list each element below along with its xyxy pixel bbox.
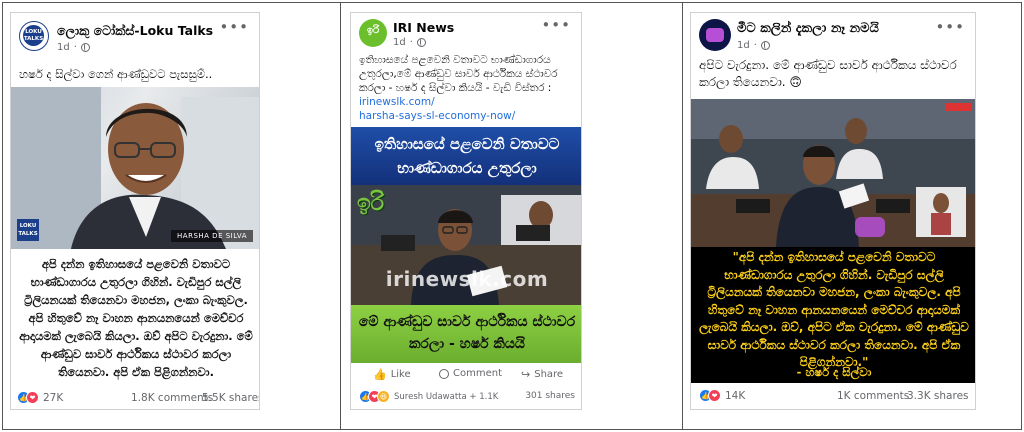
post-meeta-kalin: මීට කලින් දැකලා නෑ නමයි 1d · ••• අපිට වැ… [690, 12, 976, 410]
post-image[interactable]: ඉතිහාසයේ පළවෙනි වතාවට භාණ්ඩාගාරය උතුරලා … [351, 127, 581, 363]
like-label: Like [390, 369, 411, 380]
image-watermark: irinewslk.com [385, 267, 549, 291]
haha-icon: 😆 [377, 390, 390, 403]
live-badge [945, 103, 971, 111]
like-icon: 👍 [373, 368, 387, 381]
reacted-by: Suresh Udawatta + 1.1K [394, 391, 499, 402]
portrait-illustration [11, 87, 259, 249]
post-image[interactable]: "අපි දන්න ඉතිහාසයේ පළවෙනි වතාවට භාණ්ඩාගා… [691, 99, 975, 383]
top-banner-text: ඉතිහාසයේ පළවෙනි වතාවට භාණ්ඩාගාරය උතුරලා [374, 135, 560, 177]
more-icon[interactable]: ••• [541, 16, 571, 34]
reaction-summary[interactable]: 👍 ❤ 😆 Suresh Udawatta + 1.1K [359, 390, 498, 403]
like-button[interactable]: 👍 Like [373, 368, 411, 381]
quote-attribution: - හර්ෂ ද සිල්වා [796, 365, 872, 379]
globe-icon [80, 43, 90, 52]
post-iri-news: ඉරි IRI News 1d · ••• ඉතිහාසයේ පළවෙනි වත… [350, 12, 582, 410]
post-link-path[interactable]: harsha-says-sl-economy-now/ [359, 110, 515, 122]
comment-icon [439, 368, 449, 379]
avatar-logo: ඉරි [366, 25, 380, 36]
love-icon: ❤ [708, 389, 721, 402]
loku-talks-logo: LOKU TALKS [17, 219, 39, 241]
post-text-body: ඉතිහාසයේ පළවෙනි වතාවට භාණ්ඩාගාරය උතුරලා,… [359, 54, 558, 94]
bottom-banner-text: මේ ආණ්ඩුව සාර්ව ආර්ථිකය ස්ථාවර කරලා - හර… [358, 314, 576, 352]
post-time[interactable]: 1d [57, 42, 70, 53]
globe-icon [416, 38, 426, 47]
shares-count[interactable]: 301 shares [525, 391, 575, 401]
share-button[interactable]: ↪ Share [521, 368, 563, 381]
post-meta: 1d · [57, 42, 90, 53]
post-link-domain[interactable]: irinewslk.com/ [359, 96, 435, 108]
post-header: මීට කලින් දැකලා නෑ නමයි 1d · ••• [691, 13, 975, 63]
post-time[interactable]: 1d [393, 37, 406, 48]
post-time[interactable]: 1d [737, 40, 750, 51]
shares-count[interactable]: 5.5K shares [202, 392, 259, 404]
action-bar: 👍 Like Comment ↪ Share [351, 365, 581, 385]
reactions-count: 27K [43, 391, 64, 404]
comments-count[interactable]: 1K comments [837, 390, 909, 402]
page-avatar[interactable]: LOKU TALKS [19, 21, 49, 51]
post-footer: 👍 ❤ 14K 1K comments 3.3K shares [691, 387, 975, 407]
parliament-scene [691, 99, 975, 247]
post-meta: 1d · [737, 40, 770, 51]
post-quote: "අපි දන්න ඉතිහාසයේ පළවෙනි වතාවට භාණ්ඩාගා… [699, 250, 969, 369]
page-name[interactable]: මීට කලින් දැකලා නෑ නමයි [737, 21, 879, 36]
watermark-logo [855, 217, 885, 237]
reactions-count: 14K [725, 389, 746, 402]
image-caption: HARSHA DE SILVA [171, 230, 253, 242]
more-icon[interactable]: ••• [219, 18, 249, 36]
globe-icon [760, 41, 770, 50]
page-name[interactable]: ලොකු ටෝක්ස්-Loku Talks [57, 23, 213, 39]
post-footer: 👍 ❤ 😆 Suresh Udawatta + 1.1K 301 shares [351, 387, 581, 407]
love-icon: ❤ [26, 391, 39, 404]
page-name[interactable]: IRI News [393, 20, 454, 35]
page-avatar[interactable]: ඉරි [359, 19, 387, 47]
reaction-summary[interactable]: 👍 ❤ 27K [17, 391, 63, 404]
post-text: ඉතිහාසයේ පළවෙනි වතාවට භාණ්ඩාගාරය උතුරලා,… [359, 53, 577, 123]
post-footer: 👍 ❤ 27K 1.8K comments 5.5K shares [11, 389, 259, 409]
post-quote: අපි දන්න ඉතිහාසයේ පළවෙනි වතාවට භාණ්ඩාගාර… [17, 251, 255, 379]
post-loku-talks: LOKU TALKS ලොකු ටෝක්ස්-Loku Talks 1d · •… [10, 12, 260, 410]
avatar-logo-mark [706, 28, 724, 42]
comment-button[interactable]: Comment [439, 368, 502, 379]
bottom-banner: මේ ආණ්ඩුව සාර්ව ආර්ථිකය ස්ථාවර කරලා - හර… [351, 305, 581, 363]
share-label: Share [534, 369, 564, 380]
more-icon[interactable]: ••• [935, 18, 965, 36]
post-text: හර්ෂ ද සිල්වා ගෙන් ආණ්ඩුවට පැසසුම්.. [19, 67, 213, 81]
comments-count[interactable]: 1.8K comments [131, 392, 213, 404]
post-text: අපිට වැරදුනා. මේ ආණ්ඩුව සාර්ව ආර්ථිකය ස්… [699, 58, 957, 89]
share-icon: ↪ [521, 368, 531, 381]
comment-label: Comment [453, 368, 502, 379]
avatar-logo: LOKU TALKS [23, 25, 44, 46]
page-avatar[interactable] [699, 19, 731, 51]
iri-logo: ඉරි [357, 191, 385, 216]
column-divider [682, 2, 683, 430]
top-banner: ඉතිහාසයේ පළවෙනි වතාවට භාණ්ඩාගාරය උතුරලා [351, 127, 581, 185]
reaction-summary[interactable]: 👍 ❤ 14K [699, 389, 745, 402]
post-image[interactable]: LOKU TALKS HARSHA DE SILVA [11, 87, 259, 249]
post-header: LOKU TALKS ලොකු ටෝක්ස්-Loku Talks 1d · •… [11, 13, 259, 63]
post-meta: 1d · [393, 37, 426, 48]
column-divider [340, 2, 341, 430]
shares-count[interactable]: 3.3K shares [907, 390, 969, 402]
